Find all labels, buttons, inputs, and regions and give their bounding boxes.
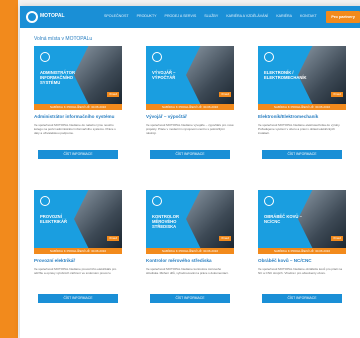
job-description: Ve společnosti MOTOPAL hledáme elektrote… <box>258 123 341 136</box>
job-title-link[interactable]: Obráběč kovů – NC/CNC <box>258 258 346 264</box>
read-more-button[interactable]: Číst informace <box>262 150 342 159</box>
job-card[interactable]: Obráběč kovů – NC/CNC Ihned Nabídka k pr… <box>258 190 346 303</box>
nav-link[interactable]: Společnost <box>104 14 129 18</box>
nav-link[interactable]: Produkty <box>137 14 157 18</box>
logo-icon <box>264 196 274 206</box>
job-card[interactable]: Administrátor informačního systému Ihned… <box>34 46 122 159</box>
job-card-image: Administrátor informačního systému Ihned <box>34 46 122 104</box>
logo-icon <box>40 196 50 206</box>
nav-link[interactable]: Kariéra <box>276 14 292 18</box>
read-more-button[interactable]: Číst informace <box>38 294 118 303</box>
job-title-link[interactable]: Elektroník/Elektromechaník <box>258 114 346 120</box>
job-card-strip: Nabídka k prohlížení už: 30.06.2016 <box>146 248 234 254</box>
read-more-button[interactable]: Číst informace <box>150 294 230 303</box>
logo-icon <box>40 52 50 62</box>
job-card-image-title: Vývojář – výpočtář <box>152 70 176 80</box>
job-card-image-title: Kontrolor měrového střediska <box>152 214 179 229</box>
job-card-image: Obráběč kovů – NC/CNC Ihned <box>258 190 346 248</box>
job-title-link[interactable]: Administrátor informačního systému <box>34 114 122 120</box>
screenshot-frame: MOTOPAL Společnost Produkty Prodej a ser… <box>0 0 360 338</box>
web-page: MOTOPAL Společnost Produkty Prodej a ser… <box>20 6 360 338</box>
job-card-image-title: Elektroník / Elektromechaník <box>264 70 307 80</box>
partner-button[interactable]: Pro partnery <box>326 11 360 23</box>
nav-link[interactable]: Prodej a servis <box>165 14 197 18</box>
job-card-image-title: Obráběč kovů – NC/CNC <box>264 214 302 224</box>
job-card[interactable]: Vývojář – výpočtář Ihned Nabídka k prohl… <box>146 46 234 159</box>
job-title-link[interactable]: Vývojář – výpočtář <box>146 114 234 120</box>
nav-links: Společnost Produkty Prodej a servis Služ… <box>104 14 317 18</box>
job-description: Ve společnosti MOTOPAL hledáme provozníh… <box>34 267 117 276</box>
job-card[interactable]: Elektroník / Elektromechaník Ihned Nabíd… <box>258 46 346 159</box>
job-badge: Ihned <box>219 92 231 97</box>
nav-link[interactable]: Služby <box>204 14 218 18</box>
job-description: Ve společnosti MOTOPAL hledáme do našeho… <box>34 123 116 136</box>
nav-link[interactable]: Kontakt <box>300 14 317 18</box>
orange-side-bar <box>0 0 18 338</box>
logo-text: MOTOPAL <box>40 13 65 19</box>
job-card-strip: Nabídka k prohlížení už: 30.06.2016 <box>258 248 346 254</box>
page-heading: Volná místa v MOTOPALu <box>34 36 93 42</box>
logo-icon <box>152 52 162 62</box>
job-badge: Ihned <box>107 236 119 241</box>
job-card-strip: Nabídka k prohlížení už: 30.06.2016 <box>146 104 234 110</box>
job-card-strip: Nabídka k prohlížení už: 30.06.2016 <box>258 104 346 110</box>
job-description: Ve společnosti MOTOPAL hledáme kontrolor… <box>146 267 229 276</box>
logo[interactable]: MOTOPAL <box>26 10 65 24</box>
job-badge: Ihned <box>219 236 231 241</box>
job-card-image-title: Administrátor informačního systému <box>40 70 76 85</box>
logo-icon <box>264 52 274 62</box>
job-card-image: Elektroník / Elektromechaník Ihned <box>258 46 346 104</box>
job-description: Ve společnosti MOTOPAL hledáme vývojáře … <box>146 123 234 136</box>
logo-icon <box>26 11 38 23</box>
job-badge: Ihned <box>331 236 343 241</box>
job-badge: Ihned <box>331 92 343 97</box>
logo-icon <box>152 196 162 206</box>
top-navigation: MOTOPAL Společnost Produkty Prodej a ser… <box>20 6 360 28</box>
job-card-strip: Nabídka k prohlížení už: 30.06.2016 <box>34 248 122 254</box>
read-more-button[interactable]: Číst informace <box>38 150 118 159</box>
job-card-image-title: Provozní elektrikář <box>40 214 67 224</box>
job-card-image: Provozní elektrikář Ihned <box>34 190 122 248</box>
job-card-image: Kontrolor měrového střediska Ihned <box>146 190 234 248</box>
job-badge: Ihned <box>107 92 119 97</box>
job-card[interactable]: Kontrolor měrového střediska Ihned Nabíd… <box>146 190 234 303</box>
job-card-strip: Nabídka k prohlížení už: 30.06.2016 <box>34 104 122 110</box>
read-more-button[interactable]: Číst informace <box>150 150 230 159</box>
job-title-link[interactable]: Kontrolor měrového střediska <box>146 258 234 264</box>
job-title-link[interactable]: Provozní elektrikář <box>34 258 122 264</box>
job-description: Ve společnosti MOTOPAL hledáme obráběče … <box>258 267 342 276</box>
read-more-button[interactable]: Číst informace <box>262 294 342 303</box>
nav-link[interactable]: Kariéra a vzdělávání <box>226 14 268 18</box>
job-card[interactable]: Provozní elektrikář Ihned Nabídka k proh… <box>34 190 122 303</box>
job-card-image: Vývojář – výpočtář Ihned <box>146 46 234 104</box>
